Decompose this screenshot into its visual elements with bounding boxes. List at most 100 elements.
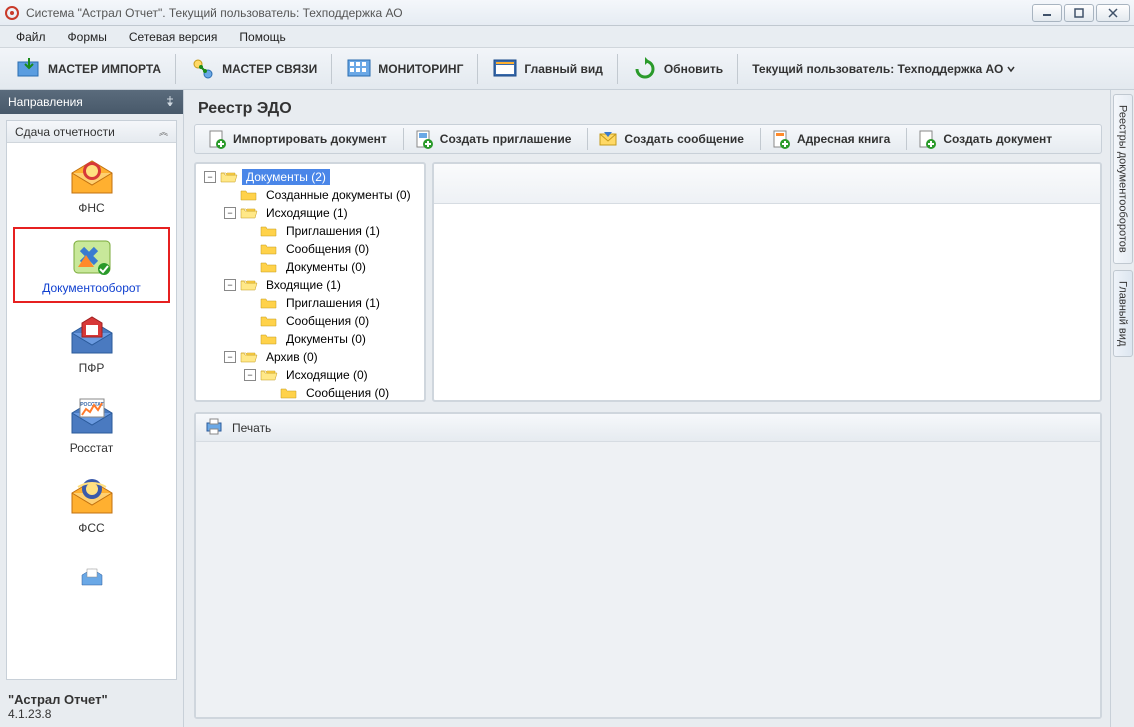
- import-doc-icon: [207, 129, 227, 149]
- menu-network[interactable]: Сетевая версия: [119, 27, 228, 47]
- connect-icon: [190, 56, 216, 82]
- tree-label: Документы (0): [282, 331, 370, 347]
- collapse-icon[interactable]: −: [224, 207, 236, 219]
- tree-label: Сообщения (0): [282, 313, 373, 329]
- titlebar: Система "Астрал Отчет". Текущий пользова…: [0, 0, 1134, 26]
- sidebar-item-rosstat[interactable]: РОССТАТ Росстат: [13, 387, 170, 463]
- folder-icon: [220, 170, 238, 184]
- print-label[interactable]: Печать: [232, 421, 271, 435]
- create-doc-icon: [917, 129, 937, 149]
- action-label: Создать сообщение: [624, 132, 744, 146]
- import-icon: [16, 56, 42, 82]
- connection-wizard-button[interactable]: МАСТЕР СВЯЗИ: [180, 52, 327, 86]
- sidebar-item-documentooborot[interactable]: Документооборот: [13, 227, 170, 303]
- minimize-button[interactable]: [1032, 4, 1062, 22]
- collapse-icon[interactable]: −: [224, 279, 236, 291]
- sidebar-item-label: ФНС: [78, 201, 104, 215]
- vtab-registers[interactable]: Реестры документооборотов: [1113, 94, 1133, 264]
- menu-help[interactable]: Помощь: [229, 27, 295, 47]
- action-label: Создать приглашение: [440, 132, 572, 146]
- current-user-dropdown[interactable]: Текущий пользователь: Техподдержка АО: [742, 58, 1025, 80]
- action-label: Импортировать документ: [233, 132, 387, 146]
- tree-node[interactable]: − Исходящие (0): [198, 366, 422, 384]
- folder-icon: [260, 332, 278, 346]
- refresh-label: Обновить: [664, 62, 723, 76]
- pin-icon[interactable]: [165, 96, 175, 109]
- tree-node[interactable]: −Документы (2): [198, 168, 422, 186]
- tree-label: Сообщения (0): [282, 241, 373, 257]
- monitoring-button[interactable]: МОНИТОРИНГ: [336, 52, 473, 86]
- window-title: Система "Астрал Отчет". Текущий пользова…: [26, 6, 1032, 20]
- tree-node[interactable]: Сообщения (0): [198, 312, 422, 330]
- sidebar-item-label: ФСС: [78, 521, 104, 535]
- collapse-icon: ︽: [159, 125, 168, 138]
- sidebar-item-extra[interactable]: [13, 547, 170, 607]
- extra-icon: [68, 555, 116, 599]
- vtab-main-view[interactable]: Главный вид: [1113, 270, 1133, 357]
- import-wizard-button[interactable]: МАСТЕР ИМПОРТА: [6, 52, 171, 86]
- import-document-button[interactable]: Импортировать документ: [199, 126, 401, 152]
- main-view-button[interactable]: Главный вид: [482, 52, 612, 86]
- sidebar-item-fns[interactable]: ФНС: [13, 147, 170, 223]
- separator: [760, 128, 761, 150]
- sidebar-body[interactable]: ФНС Документооборот ПФР: [7, 143, 176, 679]
- menubar: Файл Формы Сетевая версия Помощь: [0, 26, 1134, 48]
- collapse-icon[interactable]: −: [224, 351, 236, 363]
- tree-node[interactable]: Документы (0): [198, 330, 422, 348]
- tree-label: Созданные документы (0): [262, 187, 415, 203]
- maximize-button[interactable]: [1064, 4, 1094, 22]
- user-label: Текущий пользователь: Техподдержка АО: [752, 62, 1003, 76]
- tree-node[interactable]: − Исходящие (1): [198, 204, 422, 222]
- print-body: [196, 442, 1100, 717]
- collapse-icon[interactable]: −: [204, 171, 216, 183]
- tree-node[interactable]: Приглашения (1): [198, 294, 422, 312]
- sidebar-item-label: ПФР: [79, 361, 105, 375]
- menu-forms[interactable]: Формы: [58, 27, 117, 47]
- sidebar-item-fss[interactable]: ФСС: [13, 467, 170, 543]
- fss-icon: [68, 475, 116, 519]
- separator: [737, 54, 738, 84]
- sidebar-panel: Сдача отчетности ︽ ФНС Документооборот: [6, 120, 177, 680]
- tree-label: Исходящие (1): [262, 205, 352, 221]
- collapse-icon[interactable]: −: [244, 369, 256, 381]
- tree-node[interactable]: −Входящие (1): [198, 276, 422, 294]
- tree-node[interactable]: Сообщения (0): [198, 240, 422, 258]
- refresh-button[interactable]: Обновить: [622, 52, 733, 86]
- tree-node[interactable]: −Архив (0): [198, 348, 422, 366]
- separator: [617, 54, 618, 84]
- sidebar-header: Направления: [0, 90, 183, 114]
- import-label: МАСТЕР ИМПОРТА: [48, 62, 161, 76]
- sidebar-header-label: Направления: [8, 95, 83, 109]
- close-button[interactable]: [1096, 4, 1130, 22]
- grid-header[interactable]: [434, 164, 1100, 204]
- tree-node[interactable]: Документы (0): [198, 258, 422, 276]
- sidebar-section-header[interactable]: Сдача отчетности ︽: [7, 121, 176, 143]
- sidebar-item-pfr[interactable]: ПФР: [13, 307, 170, 383]
- address-book-button[interactable]: Адресная книга: [763, 126, 904, 152]
- tree-label: Сообщения (0): [302, 385, 393, 400]
- tree-label: Исходящие (0): [282, 367, 372, 383]
- tree[interactable]: −Документы (2)Созданные документы (0) − Ис…: [196, 164, 424, 400]
- mainview-label: Главный вид: [524, 62, 602, 76]
- monitor-label: МОНИТОРИНГ: [378, 62, 463, 76]
- monitor-icon: [346, 56, 372, 82]
- folder-icon: [260, 368, 278, 382]
- separator: [331, 54, 332, 84]
- grid-body[interactable]: [434, 204, 1100, 400]
- pfr-icon: [68, 315, 116, 359]
- mainview-icon: [492, 56, 518, 82]
- create-message-button[interactable]: Создать сообщение: [590, 126, 758, 152]
- print-bar: Печать: [196, 414, 1100, 442]
- separator: [477, 54, 478, 84]
- content: Реестр ЭДО Импортировать документ Создат…: [184, 90, 1110, 727]
- create-invitation-button[interactable]: Создать приглашение: [406, 126, 586, 152]
- menu-file[interactable]: Файл: [6, 27, 56, 47]
- app-icon: [4, 5, 20, 21]
- action-bar: Импортировать документ Создать приглашен…: [194, 124, 1102, 154]
- printer-icon: [204, 416, 224, 439]
- separator: [587, 128, 588, 150]
- tree-node[interactable]: Созданные документы (0): [198, 186, 422, 204]
- tree-node[interactable]: Приглашения (1): [198, 222, 422, 240]
- tree-node[interactable]: Сообщения (0): [198, 384, 422, 400]
- create-document-button[interactable]: Создать документ: [909, 126, 1066, 152]
